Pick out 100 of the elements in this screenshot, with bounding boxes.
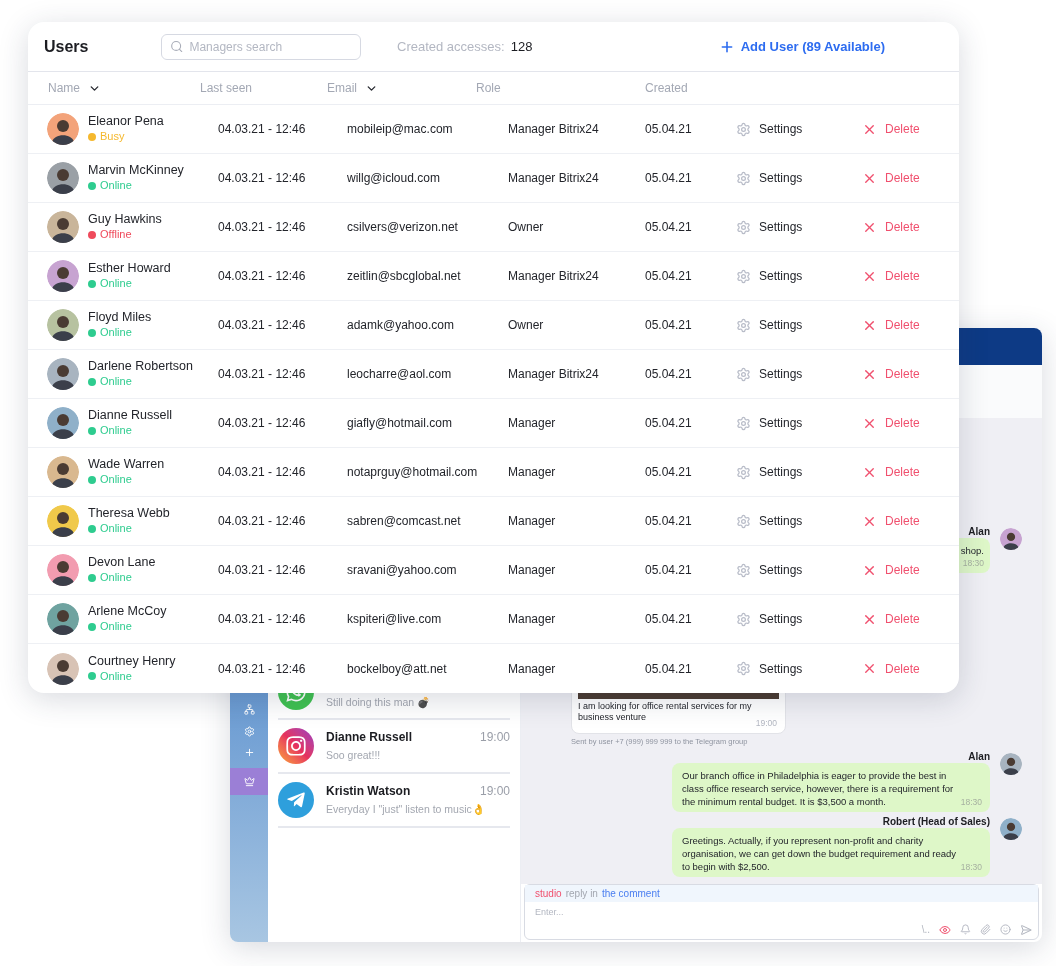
user-name: Devon Lane	[88, 555, 156, 570]
last-seen-cell-text: 04.03.21 - 12:46	[218, 660, 307, 678]
role-cell-text: Owner	[508, 219, 545, 236]
settings-button[interactable]: Settings	[736, 316, 803, 334]
delete-button[interactable]: Delete	[862, 610, 920, 628]
user-status: Online	[100, 472, 132, 487]
created-cell-text: 05.04.21	[645, 170, 693, 187]
accesses-label: Created accesses:	[397, 37, 505, 56]
last-seen-cell-text: 04.03.21 - 12:46	[218, 170, 307, 187]
column-header[interactable]: Created	[645, 79, 688, 97]
contact-name: Dianne Russell	[326, 729, 413, 747]
accesses-count: 128	[510, 37, 533, 56]
delete-button[interactable]: Delete	[862, 120, 920, 138]
last-seen-cell-text: 04.03.21 - 12:46	[218, 268, 307, 285]
role-cell-text: Manager	[508, 611, 557, 628]
delete-button[interactable]: Delete	[862, 659, 920, 678]
settings-button[interactable]: Settings	[736, 120, 803, 138]
settings-button[interactable]: Settings	[736, 414, 803, 432]
email-cell-text: bockelboy@att.net	[347, 660, 448, 678]
last-seen-cell-text: 04.03.21 - 12:46	[218, 611, 307, 628]
user-status: Busy	[100, 129, 125, 144]
created-cell-text: 05.04.21	[645, 121, 693, 138]
created-cell-text: 05.04.21	[645, 268, 693, 285]
delete-button[interactable]: Delete	[862, 414, 920, 432]
delete-button[interactable]: Delete	[862, 365, 920, 383]
last-seen-cell-text: 04.03.21 - 12:46	[218, 121, 307, 138]
user-name: Dianne Russell	[88, 408, 173, 423]
panel-title: Users	[44, 36, 90, 57]
last-seen-cell-text: 04.03.21 - 12:46	[218, 219, 307, 236]
last-seen-cell-text: 04.03.21 - 12:46	[218, 464, 307, 481]
settings-button[interactable]: Settings	[736, 267, 803, 285]
reply-sender: studio	[535, 887, 562, 901]
last-seen-cell-text: 04.03.21 - 12:46	[218, 317, 307, 334]
user-status: Online	[100, 325, 132, 340]
conversation-preview: Still doing this man 💣	[326, 695, 432, 711]
delete-button[interactable]: Delete	[862, 169, 920, 187]
message-time: 18:30	[962, 556, 984, 569]
created-cell-text: 05.04.21	[645, 464, 693, 481]
user-status: Online	[100, 374, 132, 389]
settings-button[interactable]: Settings	[736, 610, 803, 628]
add-user-button[interactable]: Add User (89 Available)	[718, 36, 885, 57]
column-header[interactable]: Role	[476, 79, 501, 97]
settings-button[interactable]: Settings	[736, 169, 803, 187]
reply-target-link[interactable]: the comment	[601, 886, 660, 901]
user-status: Offline	[100, 227, 132, 242]
role-cell-text: Manager	[508, 513, 557, 530]
last-seen-cell-text: 04.03.21 - 12:46	[218, 562, 307, 579]
settings-button[interactable]: Settings	[736, 218, 803, 236]
user-name: Guy Hawkins	[88, 212, 162, 227]
search-field[interactable]: Managers search	[161, 33, 361, 60]
conversation-time: 19:00	[479, 729, 510, 747]
delete-button[interactable]: Delete	[862, 512, 920, 530]
user-status: Online	[100, 521, 132, 536]
user-name: Arlene McCoy	[88, 604, 167, 619]
user-name: Courtney Henry	[88, 653, 176, 669]
user-name: Eleanor Pena	[88, 114, 164, 129]
user-name: Esther Howard	[88, 261, 171, 276]
delete-button[interactable]: Delete	[862, 267, 920, 285]
delete-button[interactable]: Delete	[862, 316, 920, 334]
user-status: Online	[100, 668, 132, 684]
column-header[interactable]: Email	[327, 79, 357, 97]
message-input[interactable]: Enter...	[525, 902, 1038, 922]
created-cell-text: 05.04.21	[645, 366, 693, 383]
conversation-time: 19:00	[479, 783, 510, 801]
created-cell-text: 05.04.21	[645, 219, 693, 236]
user-status: Online	[100, 619, 132, 634]
last-seen-cell-text: 04.03.21 - 12:46	[218, 415, 307, 432]
last-seen-cell-text: 04.03.21 - 12:46	[218, 513, 307, 530]
message-author: Alan	[968, 525, 990, 538]
message-composer[interactable]: studio reply in the comment Enter... \..	[524, 884, 1039, 940]
message-text: I am looking for office rental services for my business venture	[578, 700, 753, 724]
settings-button[interactable]: Settings	[736, 365, 803, 383]
email-cell-text: willg@icloud.com	[347, 170, 441, 187]
delete-button[interactable]: Delete	[862, 463, 920, 481]
delete-button[interactable]: Delete	[862, 561, 920, 579]
message-time: 19:00	[755, 717, 777, 730]
user-name: Marvin McKinney	[88, 163, 184, 178]
created-cell-text: 05.04.21	[645, 611, 693, 628]
contact-name: Kristin Watson	[326, 783, 411, 801]
role-cell-text: Manager Bitrix24	[508, 170, 600, 187]
created-cell-text: 05.04.21	[645, 513, 693, 530]
email-cell-text: csilvers@verizon.net	[347, 219, 459, 236]
role-cell-text: Manager Bitrix24	[508, 366, 600, 383]
email-cell-text: adamk@yahoo.com	[347, 317, 455, 334]
email-cell-text: leocharre@aol.com	[347, 366, 453, 383]
command-button[interactable]: \..	[921, 922, 930, 937]
settings-button[interactable]: Settings	[736, 659, 803, 678]
email-cell-text: kspiteri@live.com	[347, 611, 443, 628]
user-name: Floyd Miles	[88, 310, 152, 325]
column-header[interactable]: Name	[48, 79, 80, 97]
user-name: Theresa Webb	[88, 506, 170, 521]
column-header[interactable]: Last seen	[200, 79, 253, 97]
last-seen-cell-text: 04.03.21 - 12:46	[218, 366, 307, 383]
message-time: 18:30	[960, 861, 982, 873]
settings-button[interactable]: Settings	[736, 463, 803, 481]
settings-button[interactable]: Settings	[736, 561, 803, 579]
email-cell-text: zeitlin@sbcglobal.net	[347, 268, 462, 285]
delete-button[interactable]: Delete	[862, 218, 920, 236]
search-input[interactable]: Managers search	[189, 37, 352, 56]
settings-button[interactable]: Settings	[736, 512, 803, 530]
